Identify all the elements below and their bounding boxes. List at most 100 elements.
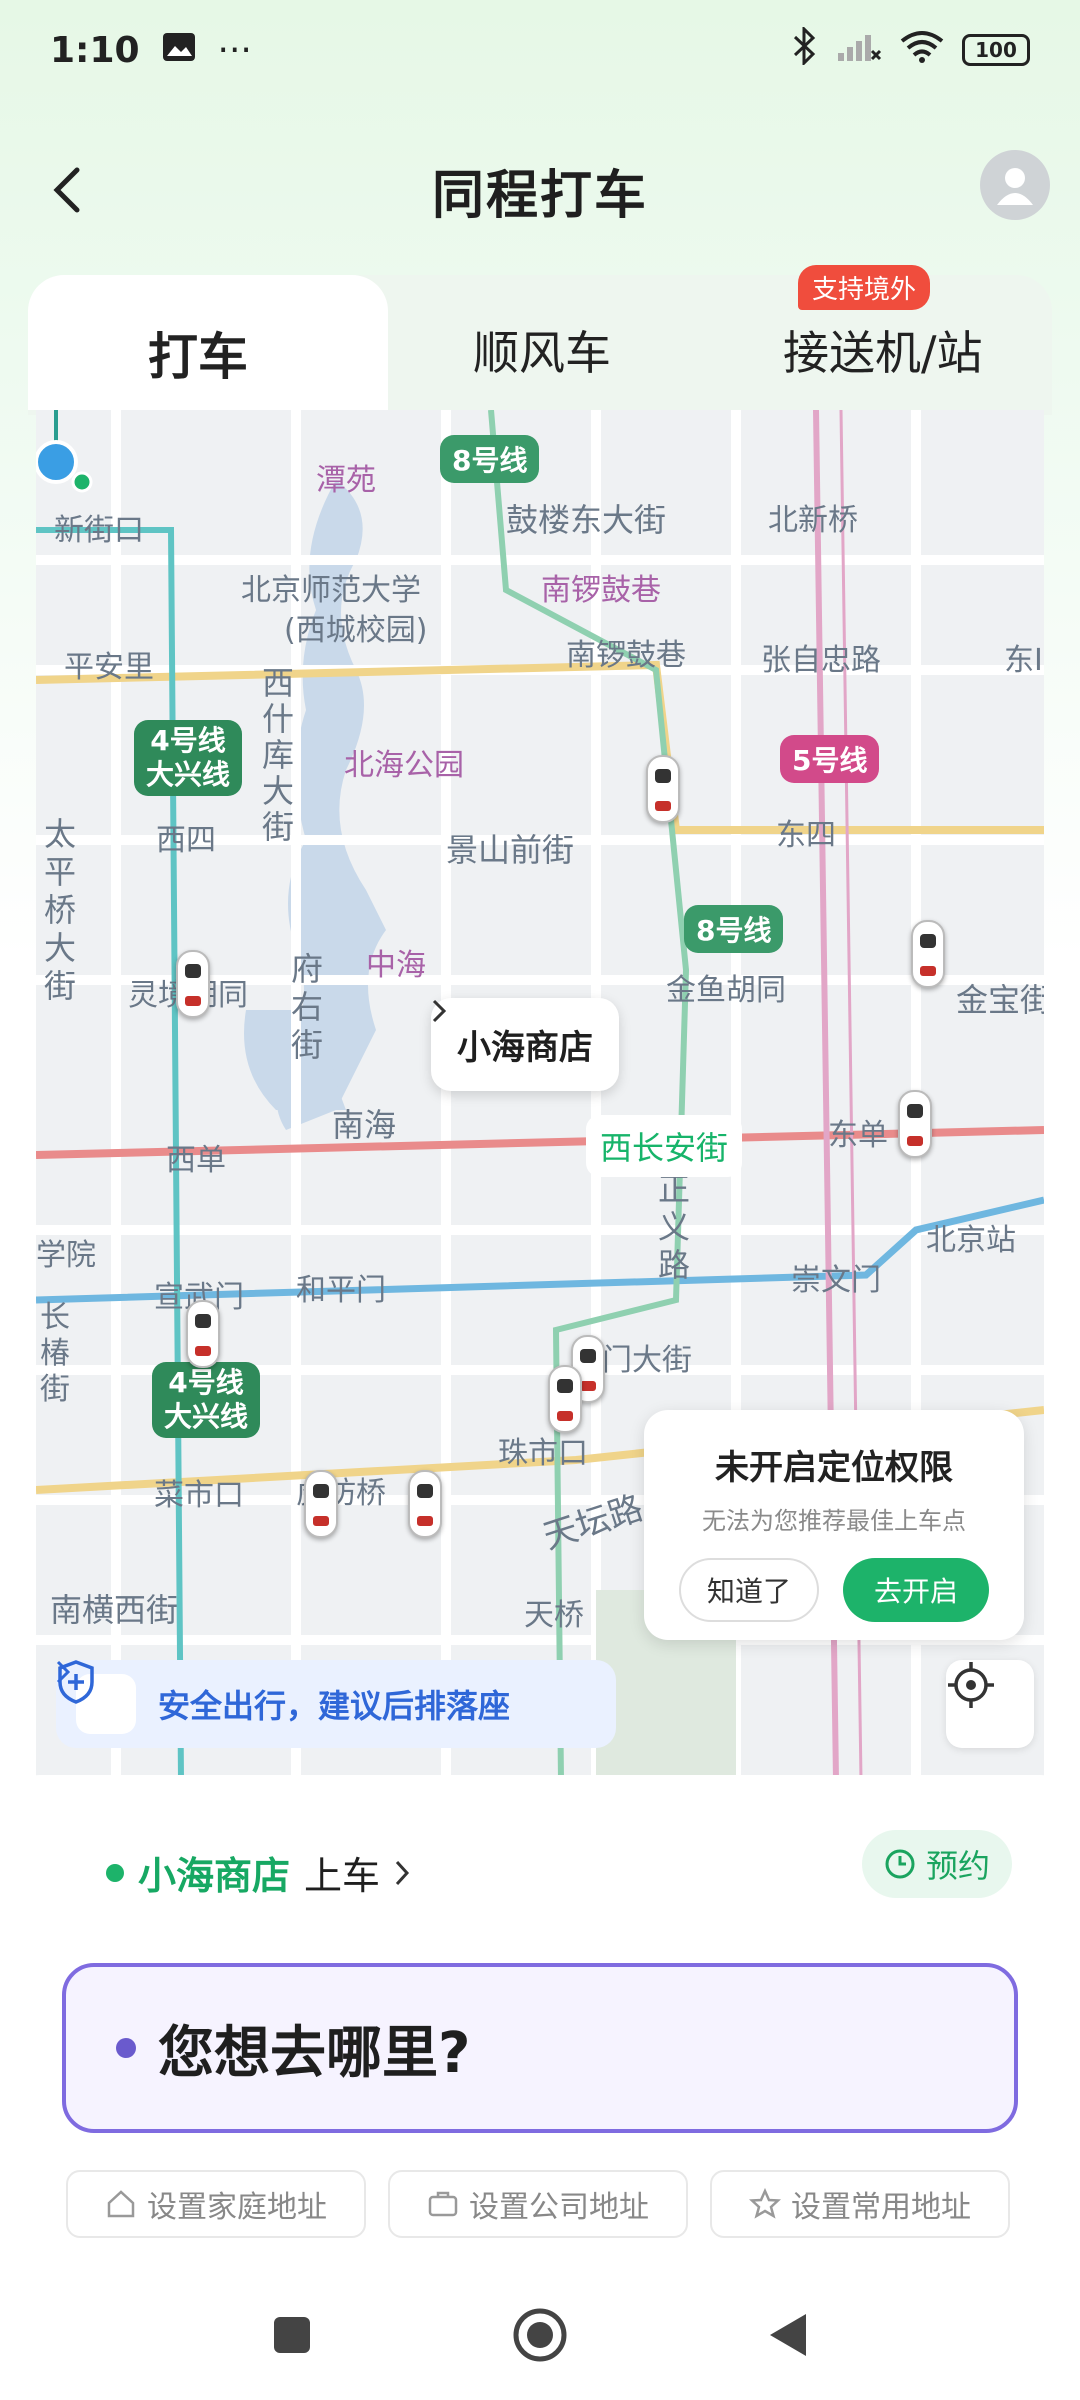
avatar[interactable] [980,150,1050,220]
map-label: (西城校园) [284,613,428,648]
chevron-right-icon [56,1660,70,1684]
car-icon [898,1090,932,1158]
chevron-right-icon [432,999,447,1023]
app-root: 1:10 ··· 100 同程打车 打车 顺风车 接送机/站 支持境外 潭苑 鼓… [0,0,1080,2400]
image-icon [162,30,196,71]
map-label: 府右街 [291,950,324,1064]
locate-button[interactable] [946,1660,1034,1748]
car-icon [408,1470,442,1538]
header: 同程打车 [0,130,1080,250]
map-label: 中海 [366,948,426,983]
location-permission-card: 未开启定位权限 无法为您推荐最佳上车点 知道了 去开启 [644,1410,1024,1640]
star-icon [749,2188,781,2219]
set-home-label: 设置家庭地址 [147,2190,327,2225]
map-label: 鼓楼东大街 [506,501,667,539]
clock-icon [885,1849,915,1879]
ride-type-tabs: 打车 顺风车 接送机/站 支持境外 [28,265,1052,415]
safety-text: 安全出行，建议后排落座 [158,1687,511,1725]
map-label: 南锣鼓巷 [541,573,661,608]
pickup-place: 小海商店 [138,1854,291,1898]
tab-taxi[interactable]: 打车 [148,317,248,389]
line-badge: 5号线 [780,735,880,783]
wifi-icon [900,29,944,72]
status-time: 1:10 [50,29,140,71]
set-favorite-button[interactable]: 设置常用地址 [710,2170,1010,2238]
map-label: 东四 [776,818,836,853]
map-label: 长椿街 [40,1300,70,1407]
bluetooth-icon [792,24,818,74]
page-title: 同程打车 [431,165,648,226]
car-icon [548,1365,582,1433]
set-work-button[interactable]: 设置公司地址 [388,2170,688,2238]
map-label: 菜市口 [154,1478,244,1513]
chevron-left-icon [53,167,80,213]
map-label: 南海 [332,1106,397,1144]
pickup-row[interactable]: 小海商店 上车 [106,1845,410,1900]
reserve-label: 预约 [925,1847,990,1885]
recent-apps-button[interactable] [272,2315,312,2355]
map-label: 西单 [166,1143,226,1178]
user-icon [997,168,1033,205]
map-label: 北京站 [926,1223,1016,1258]
overseas-badge: 支持境外 [798,265,931,310]
car-icon [176,950,210,1018]
map-label: 西四 [156,823,216,858]
location-pin-icon [36,410,93,493]
home-icon [107,2190,135,2218]
reserve-button[interactable]: 预约 [862,1830,1012,1898]
map-label: 北新桥 [768,503,858,538]
car-icon [304,1470,338,1538]
map-view[interactable]: 潭苑 鼓楼东大街 北新桥 新街口 北京师范大学 (西城校园) 南锣鼓巷 南锣鼓巷… [36,410,1044,1780]
map-label: 南横西街 [50,1591,179,1629]
safety-tip[interactable]: 安全出行，建议后排落座 [56,1660,616,1748]
map-label: 天桥 [524,1598,584,1633]
map-label: 北海公园 [344,748,464,783]
chevron-right-icon [395,1860,410,1885]
car-icon [646,755,680,823]
dismiss-button[interactable]: 知道了 [679,1558,819,1622]
car-icon [186,1300,220,1368]
map-label: 和平门 [296,1273,386,1308]
set-favorite-label: 设置常用地址 [791,2190,971,2225]
permission-title: 未开启定位权限 [715,1448,953,1488]
map-label: 景山前街 [446,831,575,869]
battery-indicator: 100 [962,34,1030,66]
tab-airport-station[interactable]: 接送机/站 [783,317,983,383]
back-button[interactable] [36,160,96,220]
set-home-button[interactable]: 设置家庭地址 [66,2170,366,2238]
line-badge: 4号线 大兴线 [134,720,243,796]
crosshair-icon [948,1662,994,1708]
map-label: 珠市口 [498,1436,588,1471]
back-nav-button[interactable] [768,2312,808,2358]
permission-subtitle: 无法为您推荐最佳上车点 [702,1507,966,1535]
quick-address-row: 设置家庭地址 设置公司地址 设置常用地址 [66,2170,1010,2238]
map-label: 金宝街 [956,981,1044,1019]
map-label: 潭苑 [316,463,376,498]
home-button[interactable] [512,2307,568,2363]
destination-input[interactable]: 您想去哪里? [62,1963,1018,2133]
map-label: 东I [1004,643,1043,678]
pickup-suffix: 上车 [304,1854,381,1898]
line-badge: 8号线 [684,905,784,953]
pickup-point-name: 小海商店 [457,1028,593,1068]
signal-icon [836,29,882,72]
pickup-point-bubble[interactable]: 小海商店 [431,998,619,1091]
more-dots: ··· [217,29,252,71]
map-label: 平安里 [64,650,154,685]
map-label: 南锣鼓巷 [566,638,686,673]
map-label: 东单 [828,1118,888,1153]
destination-placeholder: 您想去哪里? [158,2020,471,2086]
briefcase-icon [428,2191,458,2217]
pickup-dot [106,1863,124,1882]
shield-icon [58,1660,136,1734]
destination-dot [116,2038,136,2058]
line-badge: 4号线 大兴线 [152,1362,261,1438]
tab-carpool[interactable]: 顺风车 [473,317,611,383]
enable-location-button[interactable]: 去开启 [843,1558,989,1622]
map-label: 太平桥大街 [44,815,77,1005]
map-label: 正义路 [658,1170,691,1284]
map-label: 西什库大街 [262,664,295,846]
set-work-label: 设置公司地址 [469,2190,649,2225]
car-icon [911,920,945,988]
map-label: 张自忠路 [761,643,881,678]
